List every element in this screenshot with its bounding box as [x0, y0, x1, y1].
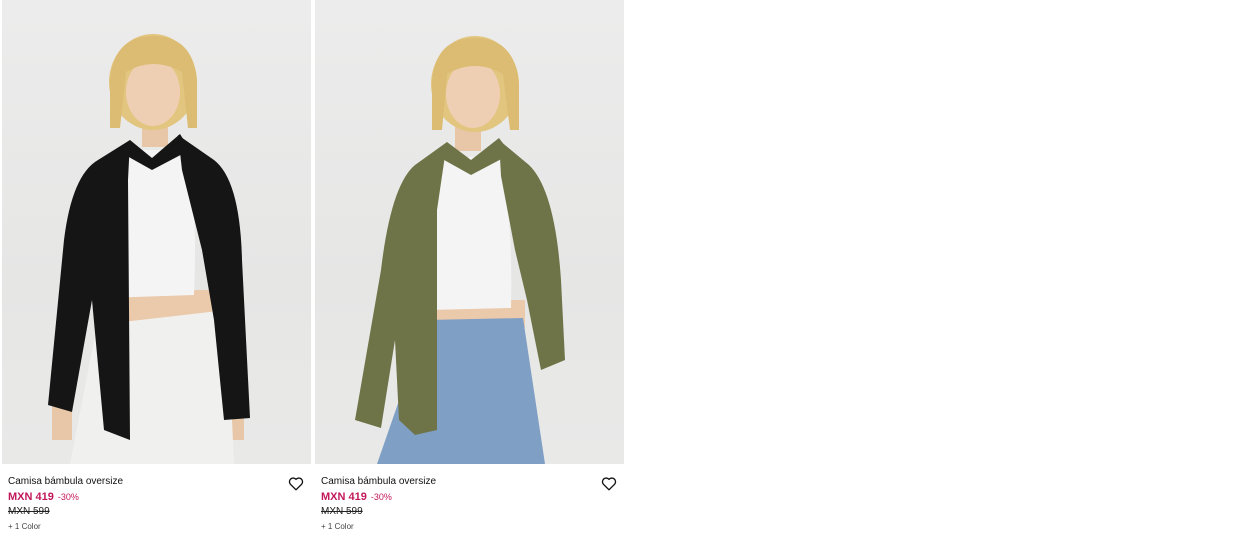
color-count[interactable]: + 1 Color — [321, 522, 624, 531]
color-count[interactable]: + 1 Color — [8, 522, 311, 531]
product-image[interactable] — [2, 0, 311, 464]
sale-price: MXN 419 — [8, 491, 54, 503]
product-info: Camisa bámbula oversize MXN 419 -30% MXN… — [2, 464, 311, 556]
product-info: Camisa bámbula oversize MXN 419 -30% MXN… — [315, 464, 624, 556]
original-price: MXN 599 — [8, 506, 50, 517]
heart-outline-icon — [601, 476, 617, 491]
original-price: MXN 599 — [321, 506, 363, 517]
product-card[interactable]: Camisa bámbula oversize MXN 419 -30% MXN… — [2, 0, 311, 556]
favorite-button[interactable] — [287, 474, 305, 492]
shirt-shape — [355, 142, 447, 435]
favorite-button[interactable] — [600, 474, 618, 492]
price-row: MXN 419 -30% — [321, 491, 624, 503]
product-grid: Camisa bámbula oversize MXN 419 -30% MXN… — [2, 0, 624, 556]
discount-badge: -30% — [57, 492, 79, 502]
heart-outline-icon — [288, 476, 304, 491]
product-card[interactable]: Camisa bámbula oversize MXN 419 -30% MXN… — [315, 0, 624, 556]
price-row: MXN 419 -30% — [8, 491, 311, 503]
product-name[interactable]: Camisa bámbula oversize — [8, 476, 311, 488]
pants-shape — [70, 310, 234, 464]
sale-price: MXN 419 — [321, 491, 367, 503]
product-name[interactable]: Camisa bámbula oversize — [321, 476, 624, 488]
discount-badge: -30% — [370, 492, 392, 502]
product-image[interactable] — [315, 0, 624, 464]
